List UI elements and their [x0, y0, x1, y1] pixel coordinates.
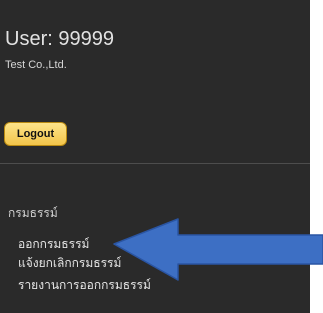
user-id-label: User: 99999 [5, 28, 114, 50]
section-divider [0, 163, 310, 164]
menu-item-cancel-policy[interactable]: แจ้งยกเลิกกรมธรรม์ [18, 256, 121, 270]
company-name: Test Co.,Ltd. [5, 59, 67, 71]
menu-item-policy-report[interactable]: รายงานการออกกรมธรรม์ [18, 278, 151, 292]
menu-heading-policy: กรมธรรม์ [8, 206, 58, 220]
logout-button[interactable]: Logout [4, 122, 67, 146]
menu-item-issue-policy[interactable]: ออกกรมธรรม์ [18, 237, 89, 251]
sidebar-panel: User: 99999 Test Co.,Ltd. Logout กรมธรรม… [0, 0, 310, 313]
